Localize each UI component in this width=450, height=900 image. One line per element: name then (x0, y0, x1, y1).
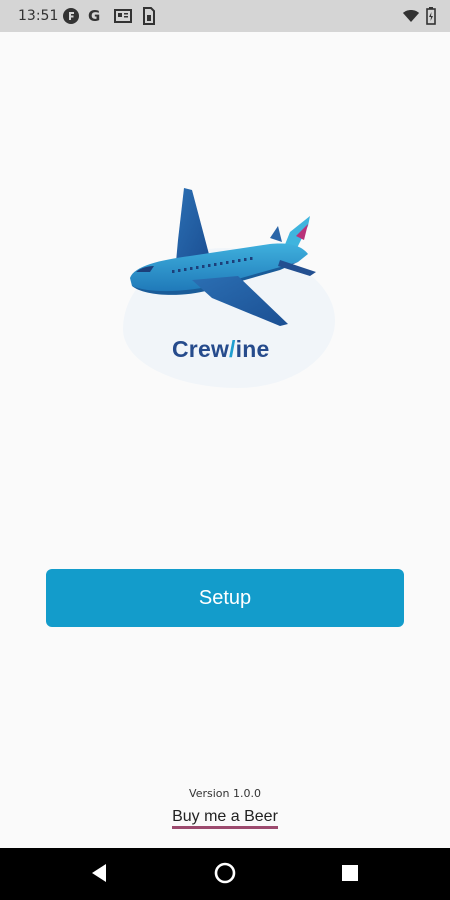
version-label: Version 1.0.0 (189, 787, 261, 800)
brand-wordmark: Crew/ine (172, 336, 269, 363)
setup-button[interactable]: Setup (46, 569, 404, 627)
status-system-icons (402, 7, 436, 25)
sim-icon (143, 7, 155, 25)
recents-icon[interactable] (341, 864, 359, 882)
status-notification-icons: G (62, 7, 158, 25)
home-icon[interactable] (214, 862, 236, 884)
brand-slash: / (229, 336, 236, 362)
buy-me-a-beer-link[interactable]: Buy me a Beer (172, 808, 278, 829)
navigation-bar (0, 848, 450, 900)
news-icon (114, 9, 132, 23)
airplane-icon (130, 188, 316, 326)
wifi-icon (403, 10, 419, 22)
back-icon[interactable] (89, 862, 109, 884)
brand-text-part2: ine (235, 336, 270, 362)
app-logo (120, 180, 340, 420)
google-icon: G (88, 7, 101, 25)
battery-icon (426, 7, 436, 25)
notification-f-icon (63, 8, 79, 24)
status-time: 13:51 (18, 8, 59, 24)
status-bar: 13:51 G (0, 0, 450, 32)
buy-me-a-beer-link-row: Buy me a Beer (0, 808, 450, 829)
brand-text-part1: Crew (172, 336, 230, 362)
